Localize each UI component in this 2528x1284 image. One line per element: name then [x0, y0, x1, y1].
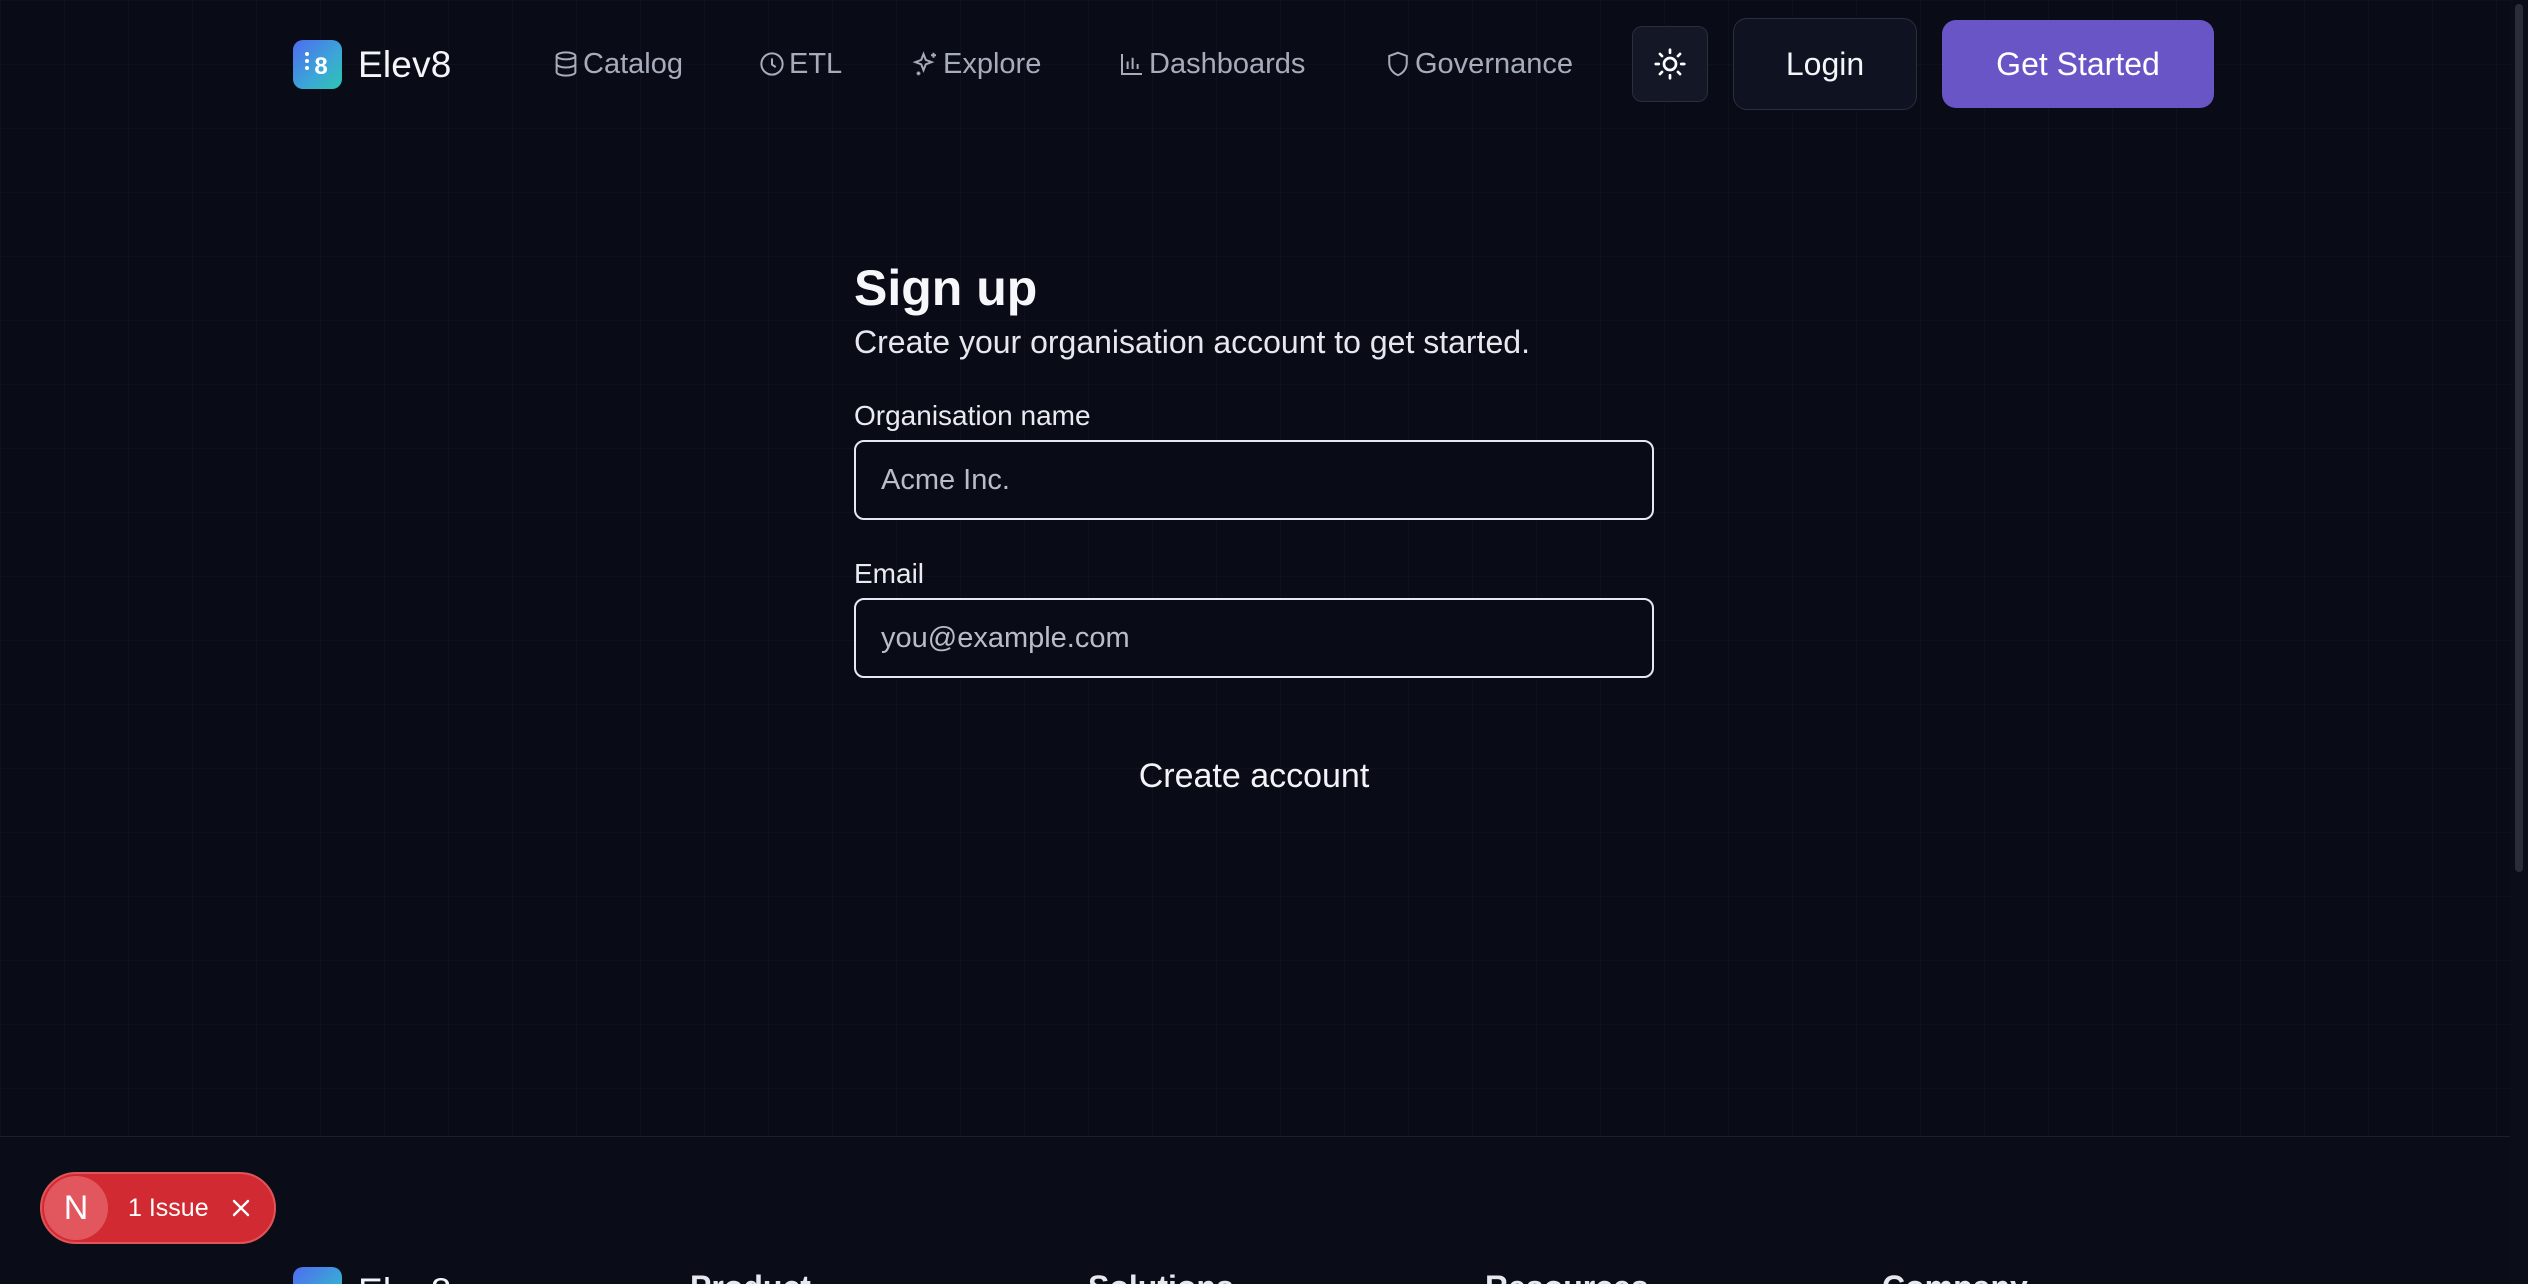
bar-chart-icon [1121, 54, 1142, 75]
issue-count: 1 Issue [128, 1193, 209, 1222]
nav-dashboards-label: Dashboards [1149, 47, 1306, 80]
top-navbar: 8 Elev8 Catalog ETL Explore Dashboards G… [0, 0, 2510, 128]
footer-brand-name: Elev8 [358, 1271, 452, 1284]
nav-explore-label: Explore [943, 47, 1042, 80]
create-account-button[interactable]: Create account [1054, 744, 1454, 808]
theme-toggle-button[interactable] [1632, 26, 1708, 102]
sun-icon [1654, 48, 1686, 80]
nav-governance-label: Governance [1415, 47, 1573, 80]
page-scrollbar[interactable] [2510, 0, 2528, 1284]
login-button[interactable]: Login [1733, 18, 1917, 110]
page-subtitle: Create your organisation account to get … [854, 324, 1530, 360]
footer-col-solutions: Solutions [1088, 1269, 1234, 1284]
email-input[interactable] [854, 598, 1654, 678]
brand[interactable]: 8 Elev8 [293, 40, 452, 89]
footer-col-resources: Resources [1485, 1269, 1649, 1284]
org-name-group: Organisation name [854, 398, 1654, 520]
footer: Elev8 Product Solutions Resources Compan… [0, 1136, 2510, 1284]
nav-dashboards[interactable]: Dashboards [1117, 44, 1305, 84]
footer-col-product: Product [690, 1269, 811, 1284]
email-label: Email [854, 558, 925, 589]
footer-logo-icon [293, 1267, 342, 1284]
signup-form: Sign up Create your organisation account… [854, 256, 1654, 678]
get-started-button[interactable]: Get Started [1942, 20, 2214, 108]
issues-badge[interactable]: N 1 Issue [40, 1172, 276, 1244]
email-group: Email [854, 556, 1654, 678]
scrollbar-thumb[interactable] [2515, 4, 2523, 872]
org-name-label: Organisation name [854, 400, 1091, 431]
close-icon[interactable] [227, 1194, 255, 1222]
svg-text:8: 8 [314, 53, 327, 80]
page-title: Sign up [854, 260, 1038, 316]
nav-etl[interactable]: ETL [757, 44, 842, 84]
clock-icon [760, 52, 784, 76]
sparkles-icon [912, 51, 936, 76]
nav-catalog[interactable]: Catalog [551, 44, 683, 84]
nav-explore[interactable]: Explore [911, 44, 1041, 84]
shield-icon [1388, 51, 1408, 77]
org-name-input[interactable] [854, 440, 1654, 520]
elev8-logo-icon: 8 [293, 40, 342, 89]
nav-etl-label: ETL [789, 47, 843, 80]
nav-governance[interactable]: Governance [1383, 44, 1573, 84]
footer-brand[interactable]: Elev8 [293, 1267, 452, 1284]
brand-name: Elev8 [358, 43, 452, 85]
database-icon [555, 51, 577, 77]
nextjs-icon: N [44, 1176, 108, 1240]
nav-catalog-label: Catalog [583, 47, 683, 80]
footer-col-company: Company [1882, 1269, 2028, 1284]
